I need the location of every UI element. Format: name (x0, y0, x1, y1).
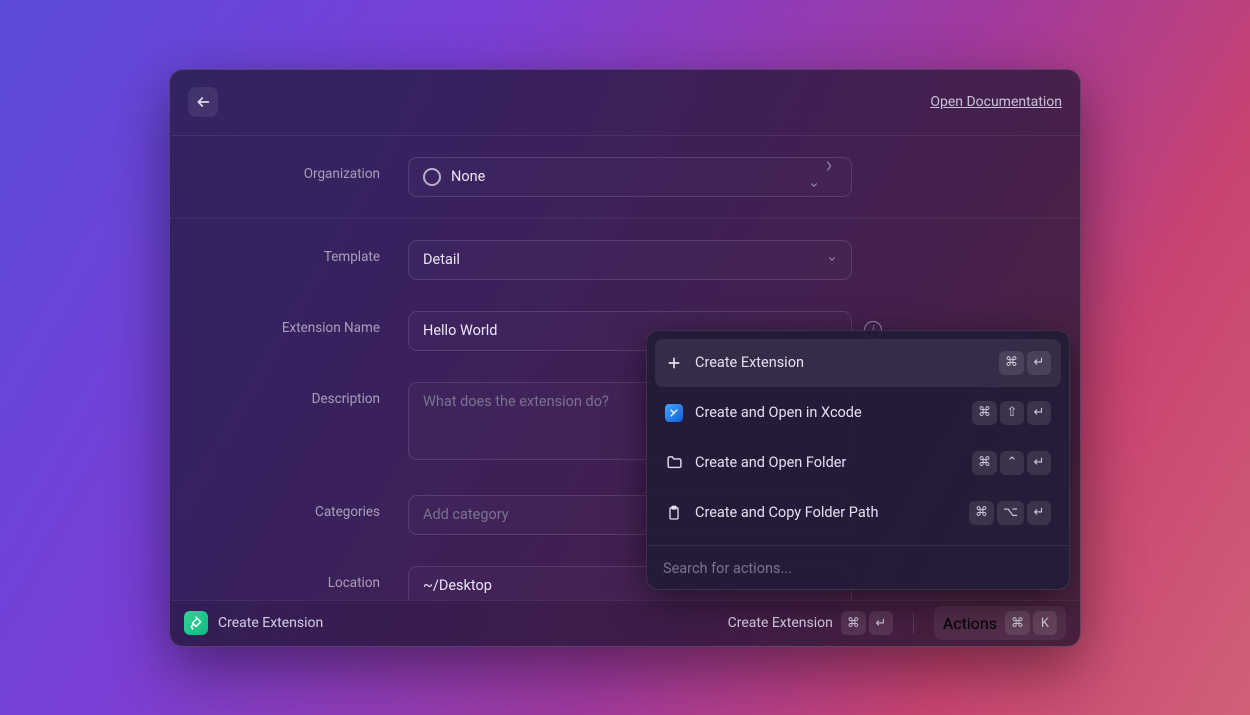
window-footer: Create Extension Create Extension ⌘ ↵ Ac… (170, 600, 1080, 646)
folder-icon (665, 454, 683, 472)
action-panel-search (647, 545, 1069, 589)
chevron-down-icon (827, 251, 837, 268)
action-label: Create Extension (695, 354, 804, 371)
footer-actions-button[interactable]: Actions ⌘ K (934, 606, 1066, 640)
footer-app-title: Create Extension (218, 615, 323, 631)
template-row: Template Detail (170, 219, 1080, 301)
organization-select[interactable]: None (408, 157, 852, 197)
template-select[interactable]: Detail (408, 240, 852, 280)
app-badge-icon (184, 611, 208, 635)
footer-primary-shortcut: ⌘ ↵ (841, 611, 893, 635)
clipboard-icon (665, 504, 683, 522)
footer-primary-action[interactable]: Create Extension ⌘ ↵ (728, 611, 893, 635)
action-create-extension[interactable]: Create Extension ⌘ ↵ (655, 339, 1061, 387)
action-create-copy-path[interactable]: Create and Copy Folder Path ⌘ ⌥ ↵ (655, 489, 1061, 537)
footer-primary-label: Create Extension (728, 615, 833, 631)
organization-row: Organization None (170, 136, 1080, 219)
action-shortcut: ⌘ ⇧ ↵ (972, 401, 1051, 425)
back-button[interactable] (188, 87, 218, 117)
action-panel-list: Create Extension ⌘ ↵ Create and Open in … (647, 331, 1069, 545)
action-label: Create and Copy Folder Path (695, 504, 878, 521)
organization-label: Organization (188, 157, 408, 182)
footer-actions-shortcut: ⌘ K (1005, 611, 1057, 635)
action-panel: Create Extension ⌘ ↵ Create and Open in … (646, 330, 1070, 590)
extension-name-label: Extension Name (188, 311, 408, 336)
open-documentation-link[interactable]: Open Documentation (930, 94, 1062, 110)
action-shortcut: ⌘ ⌃ ↵ (972, 451, 1051, 475)
organization-value: None (451, 168, 485, 185)
description-label: Description (188, 382, 408, 407)
create-extension-window: Open Documentation Organization None (169, 69, 1081, 647)
xcode-icon (665, 404, 683, 422)
footer-separator (913, 612, 914, 634)
plus-icon (665, 354, 683, 372)
footer-actions-label: Actions (943, 614, 997, 633)
action-shortcut: ⌘ ↵ (999, 351, 1051, 375)
categories-label: Categories (188, 495, 408, 520)
chevron-down-icon (823, 159, 837, 194)
template-label: Template (188, 240, 408, 265)
action-shortcut: ⌘ ⌥ ↵ (969, 501, 1051, 525)
action-label: Create and Open in Xcode (695, 404, 862, 421)
action-search-input[interactable] (663, 560, 1053, 577)
location-label: Location (188, 566, 408, 591)
action-create-open-folder[interactable]: Create and Open Folder ⌘ ⌃ ↵ (655, 439, 1061, 487)
action-create-open-xcode[interactable]: Create and Open in Xcode ⌘ ⇧ ↵ (655, 389, 1061, 437)
action-label: Create and Open Folder (695, 454, 846, 471)
template-value: Detail (423, 251, 460, 268)
none-icon (423, 168, 441, 186)
window-header: Open Documentation (170, 70, 1080, 135)
